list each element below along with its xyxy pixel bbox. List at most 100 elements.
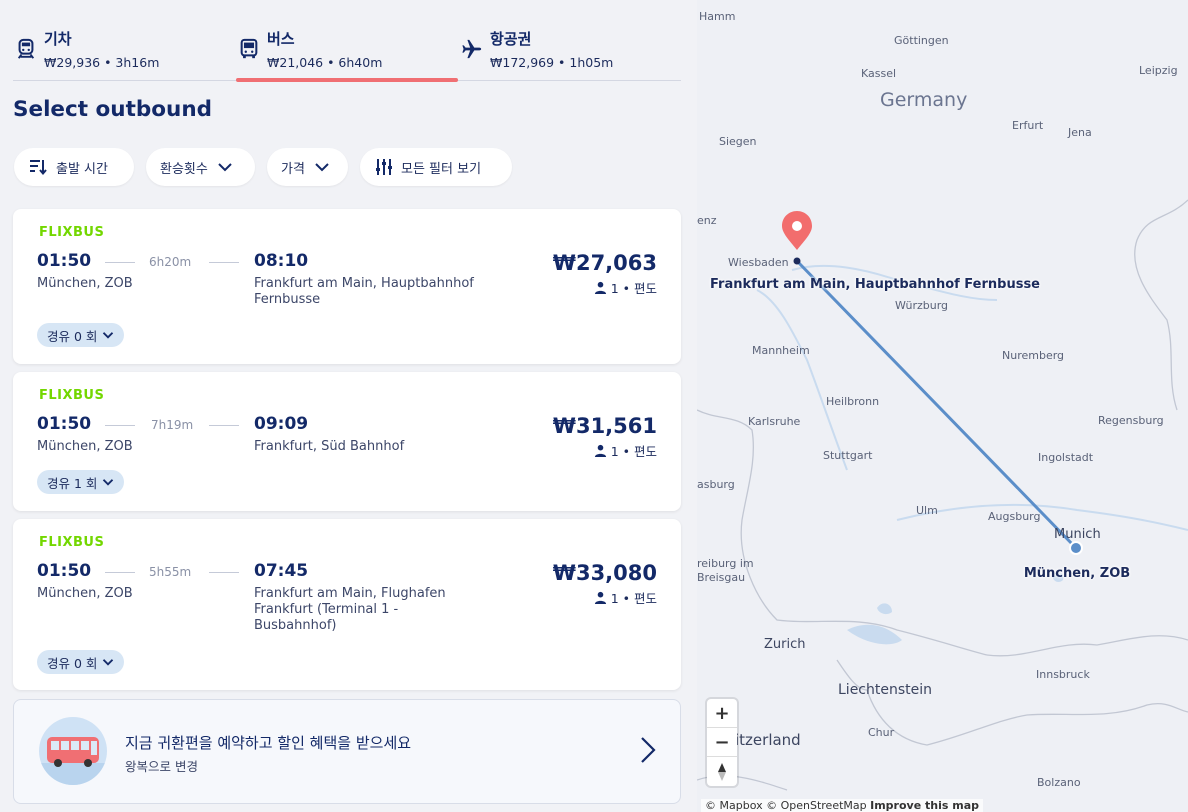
train-icon	[15, 38, 37, 60]
stops-label: 경유 0 회	[47, 328, 98, 344]
map-city-label: Chur	[868, 726, 895, 739]
passenger-info: 1 • 편도	[594, 441, 657, 460]
chevron-down-icon	[103, 332, 114, 339]
tab-train[interactable]: 기차 ₩29,936 • 3h16m	[13, 22, 235, 80]
stops-toggle[interactable]: 경유 0 회	[37, 650, 125, 674]
promo-title: 지금 귀환편을 예약하고 할인 혜택을 받으세요	[125, 734, 412, 752]
map-city-label: Wiesbaden	[728, 256, 789, 269]
arrival-stop: Frankfurt am Main, Hauptbahnhof Fernbuss…	[254, 276, 474, 307]
destination-dot	[793, 257, 801, 265]
passenger-info: 1 • 편도	[594, 588, 657, 607]
osm-attribution[interactable]: © OpenStreetMap	[766, 799, 867, 812]
map-city-label-munich: Munich	[1054, 527, 1101, 542]
map-city-label: asburg	[697, 478, 735, 491]
chevron-down-icon	[315, 163, 329, 172]
destination-pin-icon[interactable]	[782, 211, 812, 250]
chevron-down-icon	[218, 163, 232, 172]
person-icon	[594, 591, 606, 604]
map-city-label-zurich: Zurich	[764, 637, 806, 652]
map-city-label: Stuttgart	[823, 449, 873, 462]
zoom-in-button[interactable]: +	[707, 699, 737, 728]
map-city-label: Regensburg	[1098, 414, 1164, 427]
return-trip-promo[interactable]: 지금 귀환편을 예약하고 할인 혜택을 받으세요 왕복으로 변경	[13, 699, 681, 804]
all-filters-label: 모든 필터 보기	[401, 161, 482, 177]
flixbus-logo: FLIXBUS	[39, 388, 105, 403]
tab-train-label: 기차	[44, 30, 72, 48]
map-city-label: Bolzano	[1037, 776, 1081, 789]
tab-flight[interactable]: 항공권 ₩172,969 • 1h05m	[459, 22, 681, 80]
departure-stop: München, ZOB	[37, 586, 133, 601]
mapbox-attribution[interactable]: © Mapbox	[705, 799, 763, 812]
map-region-label-liechtenstein: Liechtenstein	[838, 682, 933, 698]
chevron-down-icon	[103, 479, 114, 486]
trip-price: ₩31,561	[552, 414, 657, 438]
person-icon	[594, 444, 606, 457]
map-city-label: reiburg im Breisgau	[697, 557, 754, 584]
tab-flight-label: 항공권	[490, 30, 532, 48]
transfers-label: 환승횟수	[160, 161, 208, 177]
promo-subtitle: 왕복으로 변경	[125, 759, 198, 774]
map-city-label: Augsburg	[988, 510, 1041, 523]
arrival-time: 09:09	[254, 414, 309, 434]
map-city-label: Karlsruhe	[748, 415, 801, 428]
map-city-label: Ulm	[916, 504, 938, 517]
departure-stop: München, ZOB	[37, 439, 133, 454]
all-filters-button[interactable]: 모든 필터 보기	[360, 148, 512, 186]
sliders-icon	[376, 159, 392, 175]
map-background	[697, 199, 1188, 791]
arrival-time: 07:45	[254, 561, 309, 581]
person-icon	[594, 281, 606, 294]
trip-duration: 5h55m	[149, 565, 192, 579]
map-city-label: Siegen	[719, 135, 757, 148]
improve-map-link[interactable]: Improve this map	[870, 799, 979, 812]
map-city-label: Ingolstadt	[1038, 451, 1094, 464]
arrival-stop: Frankfurt am Main, Flughafen Frankfurt (…	[254, 586, 446, 633]
tab-bus-label: 버스	[267, 30, 295, 48]
stops-toggle[interactable]: 경유 1 회	[37, 470, 125, 494]
map-attribution: © Mapbox © OpenStreetMap Improve this ma…	[701, 799, 983, 812]
tab-train-summary: ₩29,936 • 3h16m	[44, 55, 160, 70]
chevron-down-icon	[103, 659, 114, 666]
route-map[interactable]: Hamm Göttingen Kassel Leipzig Germany Er…	[697, 0, 1188, 812]
zoom-out-button[interactable]: −	[707, 728, 737, 757]
map-city-label: Kassel	[861, 67, 897, 80]
flixbus-logo: FLIXBUS	[39, 225, 105, 240]
result-card[interactable]: FLIXBUS 01:50 München, ZOB 7h19m 09:09 F…	[13, 372, 681, 511]
map-country-label: Germany	[880, 89, 968, 111]
destination-label: Frankfurt am Main, Hauptbahnhof Fernbuss…	[710, 277, 1040, 292]
map-city-label: Jena	[1068, 126, 1092, 139]
departure-time: 01:50	[37, 251, 92, 271]
tab-flight-summary: ₩172,969 • 1h05m	[490, 55, 614, 70]
passenger-label: 1 • 편도	[610, 591, 657, 606]
stops-label: 경유 1 회	[47, 475, 98, 491]
duration-line	[209, 425, 239, 426]
page-title: Select outbound	[13, 97, 213, 122]
departure-time-sort-button[interactable]: 출발 시간	[14, 148, 134, 186]
price-filter-dropdown[interactable]: 가격	[267, 148, 348, 186]
map-city-label: enz	[697, 214, 717, 227]
price-filter-label: 가격	[281, 161, 305, 177]
arrival-time: 08:10	[254, 251, 309, 271]
map-region-label-switzerland: itzerland	[735, 731, 801, 749]
duration-line	[105, 262, 135, 263]
origin-marker[interactable]	[1069, 541, 1083, 555]
result-card[interactable]: FLIXBUS 01:50 München, ZOB 6h20m 08:10 F…	[13, 209, 681, 364]
map-city-label: Innsbruck	[1036, 668, 1090, 681]
map-city-label: Nuremberg	[1002, 349, 1065, 362]
transfers-filter-dropdown[interactable]: 환승횟수	[146, 148, 255, 186]
tab-bus[interactable]: 버스 ₩21,046 • 6h40m	[236, 22, 458, 82]
result-card[interactable]: FLIXBUS 01:50 München, ZOB 5h55m 07:45 F…	[13, 519, 681, 690]
transport-tabs: 기차 ₩29,936 • 3h16m 버스 ₩21,046 • 6h40m 항공…	[13, 22, 681, 82]
compass-reset-button[interactable]	[707, 757, 737, 786]
passenger-info: 1 • 편도	[594, 278, 657, 297]
map-city-label: Leipzig	[1139, 64, 1178, 77]
duration-line	[209, 572, 239, 573]
trip-duration: 7h19m	[151, 418, 194, 432]
map-zoom-controls: + −	[707, 699, 737, 786]
flixbus-logo: FLIXBUS	[39, 535, 105, 550]
arrival-stop: Frankfurt, Süd Bahnhof	[254, 439, 405, 454]
stops-toggle[interactable]: 경유 0 회	[37, 323, 125, 347]
departure-time-label: 출발 시간	[56, 161, 108, 177]
origin-label: München, ZOB	[1023, 566, 1131, 581]
chevron-right-icon	[640, 736, 656, 768]
